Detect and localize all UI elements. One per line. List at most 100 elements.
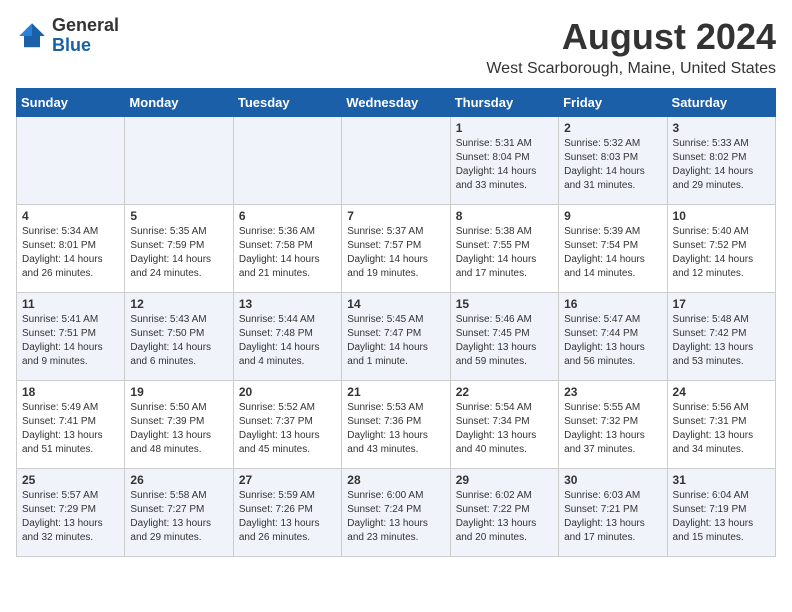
day-number: 21	[347, 385, 444, 399]
day-number: 5	[130, 209, 227, 223]
day-info: Sunrise: 5:43 AM Sunset: 7:50 PM Dayligh…	[130, 313, 227, 369]
day-info: Sunrise: 6:00 AM Sunset: 7:24 PM Dayligh…	[347, 489, 444, 545]
day-number: 30	[564, 473, 661, 487]
calendar-cell: 8 Sunrise: 5:38 AM Sunset: 7:55 PM Daylig…	[450, 205, 558, 293]
day-number: 22	[456, 385, 553, 399]
calendar-cell: 11 Sunrise: 5:41 AM Sunset: 7:51 PM Dayli…	[17, 293, 125, 381]
calendar-cell: 16 Sunrise: 5:47 AM Sunset: 7:44 PM Dayli…	[559, 293, 667, 381]
calendar-cell: 14 Sunrise: 5:45 AM Sunset: 7:47 PM Dayli…	[342, 293, 450, 381]
calendar-cell: 4Sunrise: 5:34 AM Sunset: 8:01 PM Daylig…	[17, 205, 125, 293]
day-number: 6	[239, 209, 336, 223]
calendar-cell: 12 Sunrise: 5:43 AM Sunset: 7:50 PM Dayli…	[125, 293, 233, 381]
day-number: 23	[564, 385, 661, 399]
logo-blue: Blue	[52, 36, 119, 56]
calendar-cell: 18 Sunrise: 5:49 AM Sunset: 7:41 PM Dayli…	[17, 381, 125, 469]
day-info: Sunrise: 5:39 AM Sunset: 7:54 PM Dayligh…	[564, 225, 661, 281]
day-info: Sunrise: 5:52 AM Sunset: 7:37 PM Dayligh…	[239, 401, 336, 457]
day-info: Sunrise: 5:47 AM Sunset: 7:44 PM Dayligh…	[564, 313, 661, 369]
day-number: 11	[22, 297, 119, 311]
calendar-cell: 31 Sunrise: 6:04 AM Sunset: 7:19 PM Dayli…	[667, 469, 775, 557]
calendar-cell	[125, 117, 233, 205]
day-number: 31	[673, 473, 770, 487]
calendar-cell: 20 Sunrise: 5:52 AM Sunset: 7:37 PM Dayli…	[233, 381, 341, 469]
day-info: Sunrise: 5:40 AM Sunset: 7:52 PM Dayligh…	[673, 225, 770, 281]
calendar-cell: 26Sunrise: 5:58 AM Sunset: 7:27 PM Dayli…	[125, 469, 233, 557]
calendar-cell: 21 Sunrise: 5:53 AM Sunset: 7:36 PM Dayli…	[342, 381, 450, 469]
calendar-cell: 2 Sunrise: 5:32 AM Sunset: 8:03 PM Daylig…	[559, 117, 667, 205]
location-subtitle: West Scarborough, Maine, United States	[486, 60, 776, 78]
calendar-cell: 13 Sunrise: 5:44 AM Sunset: 7:48 PM Dayli…	[233, 293, 341, 381]
title-block: August 2024 West Scarborough, Maine, Uni…	[486, 16, 776, 78]
header-day-thursday: Thursday	[450, 89, 558, 117]
calendar-cell: 1 Sunrise: 5:31 AM Sunset: 8:04 PM Daylig…	[450, 117, 558, 205]
logo: General Blue	[16, 16, 119, 56]
day-info: Sunrise: 5:31 AM Sunset: 8:04 PM Dayligh…	[456, 137, 553, 193]
day-number: 12	[130, 297, 227, 311]
day-info: Sunrise: 5:49 AM Sunset: 7:41 PM Dayligh…	[22, 401, 119, 457]
calendar-body: 1 Sunrise: 5:31 AM Sunset: 8:04 PM Daylig…	[17, 117, 776, 557]
calendar-week-row: 4Sunrise: 5:34 AM Sunset: 8:01 PM Daylig…	[17, 205, 776, 293]
day-number: 24	[673, 385, 770, 399]
month-year-title: August 2024	[486, 16, 776, 58]
calendar-cell: 30 Sunrise: 6:03 AM Sunset: 7:21 PM Dayli…	[559, 469, 667, 557]
page-header: General Blue August 2024 West Scarboroug…	[16, 16, 776, 78]
calendar-week-row: 1 Sunrise: 5:31 AM Sunset: 8:04 PM Daylig…	[17, 117, 776, 205]
logo-icon	[16, 20, 48, 52]
calendar-cell	[342, 117, 450, 205]
header-day-monday: Monday	[125, 89, 233, 117]
calendar-cell: 9 Sunrise: 5:39 AM Sunset: 7:54 PM Daylig…	[559, 205, 667, 293]
day-number: 27	[239, 473, 336, 487]
calendar-cell: 15Sunrise: 5:46 AM Sunset: 7:45 PM Dayli…	[450, 293, 558, 381]
calendar-cell: 7 Sunrise: 5:37 AM Sunset: 7:57 PM Daylig…	[342, 205, 450, 293]
day-number: 18	[22, 385, 119, 399]
calendar-cell: 10 Sunrise: 5:40 AM Sunset: 7:52 PM Dayli…	[667, 205, 775, 293]
day-number: 10	[673, 209, 770, 223]
day-number: 7	[347, 209, 444, 223]
day-number: 14	[347, 297, 444, 311]
day-info: Sunrise: 5:46 AM Sunset: 7:45 PM Dayligh…	[456, 313, 553, 369]
day-number: 20	[239, 385, 336, 399]
day-info: Sunrise: 5:32 AM Sunset: 8:03 PM Dayligh…	[564, 137, 661, 193]
day-info: Sunrise: 5:38 AM Sunset: 7:55 PM Dayligh…	[456, 225, 553, 281]
day-info: Sunrise: 5:37 AM Sunset: 7:57 PM Dayligh…	[347, 225, 444, 281]
calendar-cell: 6Sunrise: 5:36 AM Sunset: 7:58 PM Daylig…	[233, 205, 341, 293]
day-info: Sunrise: 5:44 AM Sunset: 7:48 PM Dayligh…	[239, 313, 336, 369]
day-info: Sunrise: 5:45 AM Sunset: 7:47 PM Dayligh…	[347, 313, 444, 369]
day-number: 16	[564, 297, 661, 311]
day-info: Sunrise: 6:04 AM Sunset: 7:19 PM Dayligh…	[673, 489, 770, 545]
calendar-cell: 23 Sunrise: 5:55 AM Sunset: 7:32 PM Dayli…	[559, 381, 667, 469]
calendar-cell: 17Sunrise: 5:48 AM Sunset: 7:42 PM Dayli…	[667, 293, 775, 381]
day-number: 2	[564, 121, 661, 135]
day-info: Sunrise: 6:03 AM Sunset: 7:21 PM Dayligh…	[564, 489, 661, 545]
day-number: 29	[456, 473, 553, 487]
logo-general: General	[52, 16, 119, 36]
day-number: 9	[564, 209, 661, 223]
calendar-cell: 3Sunrise: 5:33 AM Sunset: 8:02 PM Daylig…	[667, 117, 775, 205]
day-number: 25	[22, 473, 119, 487]
calendar-cell: 25Sunrise: 5:57 AM Sunset: 7:29 PM Dayli…	[17, 469, 125, 557]
day-number: 1	[456, 121, 553, 135]
day-info: Sunrise: 5:56 AM Sunset: 7:31 PM Dayligh…	[673, 401, 770, 457]
day-info: Sunrise: 5:34 AM Sunset: 8:01 PM Dayligh…	[22, 225, 119, 281]
logo-text: General Blue	[52, 16, 119, 56]
calendar-cell: 28Sunrise: 6:00 AM Sunset: 7:24 PM Dayli…	[342, 469, 450, 557]
day-number: 8	[456, 209, 553, 223]
day-number: 13	[239, 297, 336, 311]
calendar-cell: 19 Sunrise: 5:50 AM Sunset: 7:39 PM Dayli…	[125, 381, 233, 469]
day-info: Sunrise: 5:58 AM Sunset: 7:27 PM Dayligh…	[130, 489, 227, 545]
calendar-week-row: 11 Sunrise: 5:41 AM Sunset: 7:51 PM Dayli…	[17, 293, 776, 381]
day-info: Sunrise: 5:55 AM Sunset: 7:32 PM Dayligh…	[564, 401, 661, 457]
day-number: 19	[130, 385, 227, 399]
calendar-cell	[17, 117, 125, 205]
day-info: Sunrise: 5:53 AM Sunset: 7:36 PM Dayligh…	[347, 401, 444, 457]
day-info: Sunrise: 5:41 AM Sunset: 7:51 PM Dayligh…	[22, 313, 119, 369]
header-day-tuesday: Tuesday	[233, 89, 341, 117]
calendar-cell: 27Sunrise: 5:59 AM Sunset: 7:26 PM Dayli…	[233, 469, 341, 557]
day-info: Sunrise: 6:02 AM Sunset: 7:22 PM Dayligh…	[456, 489, 553, 545]
day-info: Sunrise: 5:50 AM Sunset: 7:39 PM Dayligh…	[130, 401, 227, 457]
header-day-wednesday: Wednesday	[342, 89, 450, 117]
day-info: Sunrise: 5:35 AM Sunset: 7:59 PM Dayligh…	[130, 225, 227, 281]
calendar-week-row: 25Sunrise: 5:57 AM Sunset: 7:29 PM Dayli…	[17, 469, 776, 557]
calendar-cell: 29 Sunrise: 6:02 AM Sunset: 7:22 PM Dayli…	[450, 469, 558, 557]
day-number: 17	[673, 297, 770, 311]
